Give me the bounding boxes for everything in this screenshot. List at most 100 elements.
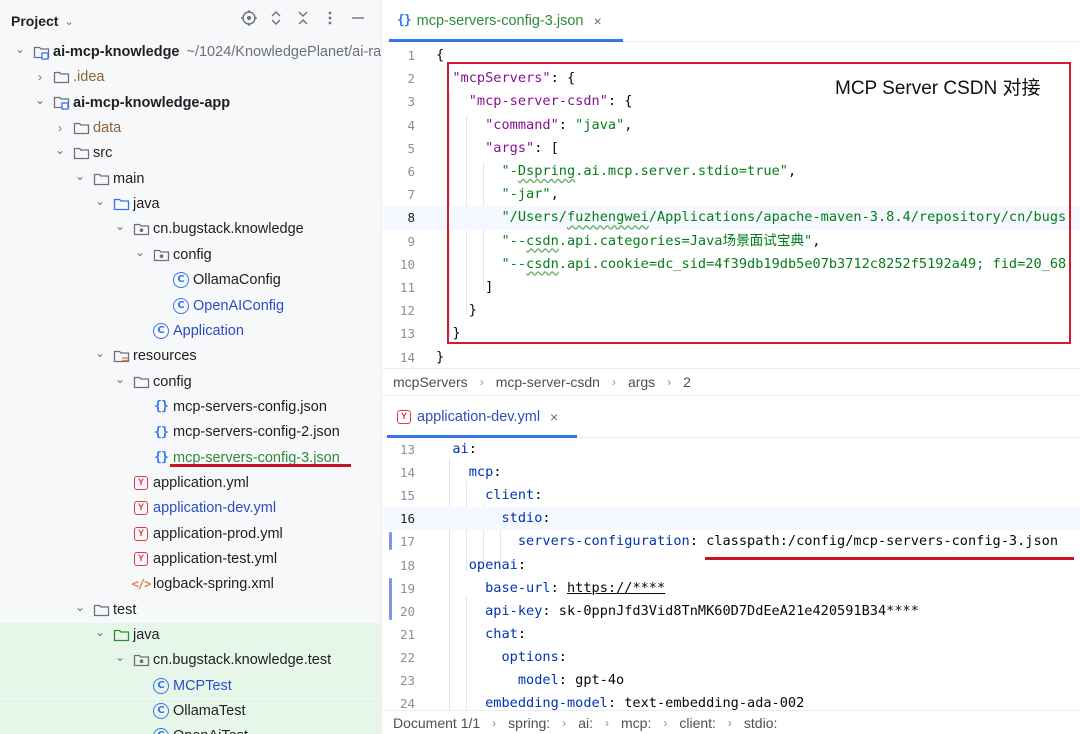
tab-mcp-servers-config-3-json[interactable]: {} mcp-servers-config-3.json ×: [383, 0, 602, 41]
chevron-down-icon[interactable]: ⌄: [112, 650, 128, 664]
editor-tab-bar-top: {} mcp-servers-config-3.json ×: [383, 0, 1080, 42]
chevron-down-icon[interactable]: ⌄: [72, 169, 88, 183]
tree-item-label: cn.bugstack.knowledge.test: [153, 652, 332, 669]
tree-item[interactable]: ⌄ ai-mcp-knowledge ~/1024/KnowledgePlanet/…: [0, 40, 381, 65]
chevron-down-icon[interactable]: ⌄: [12, 42, 28, 56]
tree-item[interactable]: ⌄ config: [0, 242, 381, 267]
tree-item[interactable]: ›COpenAiTest: [0, 723, 381, 734]
breadcrumb-item[interactable]: Document 1/1: [393, 715, 480, 731]
chevron-down-icon[interactable]: ⌄: [92, 625, 108, 639]
chevron-right-icon: ›: [611, 374, 616, 389]
tree-item[interactable]: ⌄ cn.bugstack.knowledge.test: [0, 647, 381, 673]
chevron-right-icon[interactable]: ›: [52, 121, 68, 135]
tree-item[interactable]: ⌄ test: [0, 597, 381, 622]
chevron-down-icon[interactable]: ⌄: [92, 346, 108, 360]
yaml-code-editor[interactable]: 13 ai: 14 mcp: 15 client: 16 stdio: 17 serve…: [383, 438, 1080, 710]
code-line[interactable]: 13 ai:: [383, 438, 1080, 461]
tree-item[interactable]: › .idea: [0, 65, 381, 90]
source-folder-icon: [112, 196, 130, 212]
breadcrumb-item[interactable]: mcpServers: [393, 374, 468, 390]
chevron-down-icon[interactable]: ⌄: [112, 219, 128, 233]
code-line[interactable]: 19 base-url: https://****: [383, 577, 1080, 600]
tree-item[interactable]: ⌄ ai-mcp-knowledge-app: [0, 90, 381, 115]
hide-panel-icon[interactable]: [349, 10, 367, 30]
change-marker: [389, 532, 392, 550]
tree-item[interactable]: ›Yapplication.yml: [0, 470, 381, 495]
code-line[interactable]: 16 stdio:: [383, 507, 1080, 531]
code-text: {: [436, 47, 445, 63]
tab-application-dev-yml[interactable]: Y application-dev.yml ×: [383, 396, 558, 437]
tree-item[interactable]: ›Yapplication-test.yml: [0, 547, 381, 572]
tree-item[interactable]: ›COpenAIConfig: [0, 293, 381, 318]
tree-item[interactable]: › data: [0, 116, 381, 141]
tree-item[interactable]: ⌄ config: [0, 369, 381, 394]
code-line[interactable]: 20 api-key: sk-0ppnJfd3Vid8TnMK60D7DdEeA…: [383, 600, 1080, 623]
code-line[interactable]: 14 mcp:: [383, 461, 1080, 484]
line-number: 17: [399, 534, 415, 550]
breadcrumb-item[interactable]: ai:: [578, 715, 593, 731]
expand-all-icon[interactable]: [267, 10, 285, 30]
chevron-down-icon[interactable]: ⌄: [112, 372, 128, 386]
tree-item[interactable]: ⌄ src: [0, 141, 381, 166]
tree-item[interactable]: ›COllamaTest: [0, 698, 381, 724]
code-line[interactable]: 22 options:: [383, 646, 1080, 669]
chevron-down-icon[interactable]: ⌄: [72, 600, 88, 614]
code-line[interactable]: 24 embedding-model: text-embedding-ada-0…: [383, 692, 1080, 710]
tab-label: application-dev.yml: [417, 408, 541, 425]
tree-item-label: Application: [173, 322, 244, 339]
breadcrumb-item[interactable]: stdio:: [744, 715, 777, 731]
tree-item[interactable]: ›CMCPTest: [0, 673, 381, 699]
tree-item-label: data: [93, 120, 122, 137]
tree-item[interactable]: ⌄ java: [0, 622, 381, 648]
tree-item[interactable]: ›CApplication: [0, 318, 381, 343]
tree-item[interactable]: ⌄ main: [0, 166, 381, 191]
tree-item[interactable]: ›{}mcp-servers-config-2.json: [0, 420, 381, 445]
chevron-down-icon[interactable]: ⌄: [92, 194, 108, 208]
class-icon: C: [172, 272, 190, 289]
tree-item[interactable]: ›{}mcp-servers-config.json: [0, 394, 381, 419]
more-options-icon[interactable]: [321, 10, 339, 30]
line-number: 3: [407, 94, 415, 110]
code-line[interactable]: 17 servers-configuration: classpath:/con…: [383, 530, 1080, 553]
tree-item[interactable]: ›COllamaConfig: [0, 268, 381, 293]
class-icon: C: [172, 297, 190, 314]
code-text: base-url: https://****: [485, 579, 666, 596]
close-icon[interactable]: ×: [593, 13, 601, 29]
tree-item-label: OpenAiTest: [173, 728, 248, 734]
project-view-selector[interactable]: Project: [11, 13, 58, 29]
breadcrumb-item[interactable]: mcp-server-csdn: [496, 374, 600, 390]
folder-icon: [92, 602, 110, 618]
tree-item[interactable]: ⌄ java: [0, 192, 381, 217]
tree-item[interactable]: ⌄ cn.bugstack.knowledge: [0, 217, 381, 242]
breadcrumb-item[interactable]: mcp:: [621, 715, 651, 731]
code-line[interactable]: 21 chat:: [383, 623, 1080, 646]
locate-file-icon[interactable]: [240, 10, 258, 30]
line-number: 21: [399, 626, 415, 642]
resources-folder-icon: [112, 348, 130, 364]
tree-item[interactable]: ›Yapplication-prod.yml: [0, 521, 381, 546]
chevron-down-icon[interactable]: ⌄: [64, 15, 73, 28]
code-line[interactable]: 23 model: gpt-4o: [383, 669, 1080, 692]
tree-item[interactable]: ⌄ resources: [0, 344, 381, 369]
code-text: options:: [501, 648, 567, 665]
code-line[interactable]: 14}: [383, 346, 1080, 368]
chevron-down-icon[interactable]: ⌄: [52, 143, 68, 157]
chevron-down-icon[interactable]: ⌄: [32, 93, 48, 107]
close-icon[interactable]: ×: [550, 409, 558, 425]
chevron-right-icon[interactable]: ›: [32, 70, 48, 84]
line-number: 1: [407, 48, 415, 63]
code-text: servers-configuration: classpath:/config…: [517, 533, 1059, 550]
breadcrumb-item[interactable]: client:: [679, 715, 716, 731]
chevron-down-icon[interactable]: ⌄: [132, 245, 148, 259]
breadcrumb-item[interactable]: 2: [683, 374, 691, 390]
breadcrumb-item[interactable]: spring:: [508, 715, 550, 731]
annotation-label: MCP Server CSDN 对接: [835, 78, 1041, 99]
tree-item[interactable]: ›</>logback-spring.xml: [0, 572, 381, 597]
tree-item[interactable]: ›Yapplication-dev.yml: [0, 496, 381, 521]
collapse-all-icon[interactable]: [294, 10, 312, 30]
code-line[interactable]: 15 client:: [383, 484, 1080, 507]
json-file-icon: {}: [397, 13, 412, 28]
breadcrumb: Document 1/1 › spring: › ai: › mcp: › client: › st…: [383, 710, 1080, 734]
tree-item-path: ~/1024/KnowledgePlanet/ai-ra: [186, 44, 382, 60]
breadcrumb-item[interactable]: args: [628, 374, 655, 390]
